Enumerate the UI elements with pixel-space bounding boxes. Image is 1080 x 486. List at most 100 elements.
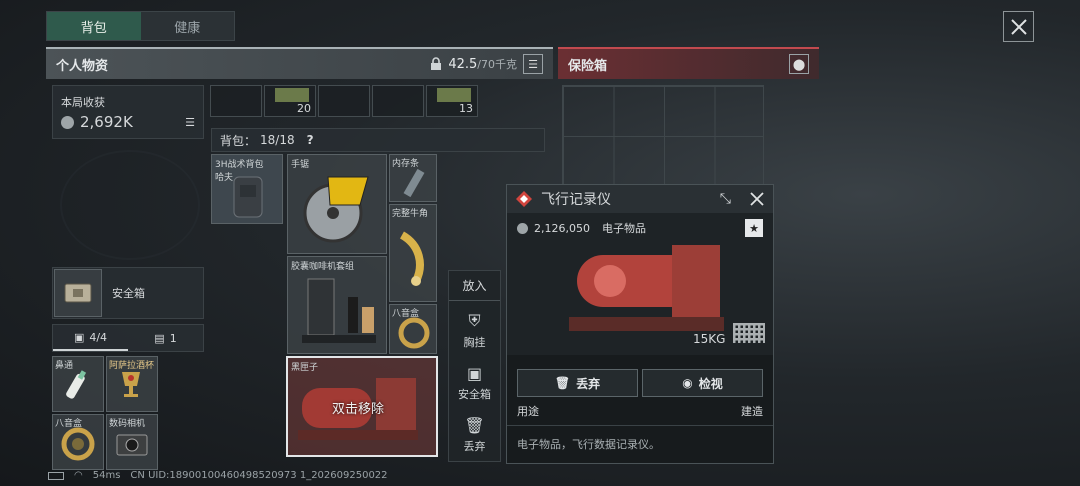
- chest-rig-button[interactable]: ⛨ 胸挂: [464, 311, 486, 350]
- item-detail-popup: 飞行记录仪 ⤡ 2,126,050 电子物品 ★ 15KG 🗑 丢弃 ◉ 检视 用途…: [506, 184, 774, 464]
- inspect-button[interactable]: ◉ 检视: [642, 369, 763, 397]
- popup-category: 电子物品: [601, 222, 646, 235]
- popup-price: 2,126,050: [534, 221, 590, 235]
- inspect-label: 检视: [698, 376, 723, 391]
- build-label: 建造: [741, 405, 763, 418]
- action-menu: 放入 ⛨ 胸挂 ▣ 安全箱 🗑 丢弃: [448, 270, 501, 462]
- popup-title: 飞行记录仪: [541, 192, 611, 208]
- help-icon[interactable]: ?: [307, 133, 314, 147]
- safe-box-label: 安全箱: [458, 388, 491, 401]
- trash-icon: 🗑: [554, 376, 571, 390]
- wifi-icon: ◠: [74, 470, 83, 481]
- personal-title: 个人物资: [56, 58, 109, 74]
- uid-text: CN UID:18900100460498520973 1_2026092500…: [130, 470, 388, 481]
- weight-max: /70千克: [477, 58, 517, 71]
- close-icon[interactable]: [749, 191, 765, 207]
- rarity-diamond-icon: [516, 191, 532, 207]
- discard-side-button[interactable]: 🗑 丢弃: [464, 416, 486, 454]
- pouch-item-label: 数码相机: [109, 419, 146, 429]
- safebox-slot: [54, 269, 102, 317]
- eye-icon: ◉: [682, 376, 693, 390]
- discard-label: 丢弃: [576, 376, 601, 391]
- sort-button[interactable]: ☰: [523, 54, 543, 74]
- collapse-icon[interactable]: ⤡: [720, 191, 731, 207]
- favorite-star-icon[interactable]: ★: [745, 219, 763, 237]
- discard-button[interactable]: 🗑 丢弃: [517, 369, 638, 397]
- top-slot[interactable]: 20: [264, 85, 316, 117]
- saw-icon: [303, 176, 369, 243]
- toolbox-icon: ▣: [466, 364, 483, 383]
- pouch-stack-count: 1: [169, 331, 177, 345]
- list-icon: ☰: [528, 57, 538, 71]
- vest-icon: ⛨: [468, 311, 481, 330]
- chest-rig-label: 胸挂: [463, 336, 486, 349]
- top-slot[interactable]: [318, 85, 370, 117]
- backpack-item[interactable]: 胶囊咖啡机套组: [287, 256, 387, 354]
- safebox-label: 安全箱: [112, 287, 145, 300]
- backpack-item-label: 手锯: [291, 160, 310, 170]
- pouch-items-count: 4/4: [89, 330, 108, 344]
- pouch-item[interactable]: 阿萨拉酒杯: [106, 356, 158, 412]
- top-slot[interactable]: [210, 85, 262, 117]
- pouch-item[interactable]: 数码相机: [106, 414, 158, 470]
- popup-header: 飞行记录仪 ⤡: [507, 185, 773, 213]
- backpack-item[interactable]: 手锯: [287, 154, 387, 254]
- coin-icon: [61, 115, 74, 129]
- backpack-item-label: 3H战术背包 哈夫: [215, 160, 264, 183]
- pouch-grid: 鼻通 阿萨拉酒杯 八音盒 数码相机: [52, 356, 158, 470]
- top-slot[interactable]: [372, 85, 424, 117]
- pouch-item[interactable]: 鼻通: [52, 356, 104, 412]
- stack-icon: ▤: [154, 331, 165, 345]
- pouch-item-label: 八音盒: [55, 419, 83, 429]
- pouch-tabs: ▣ 4/4 ▤ 1: [52, 324, 204, 352]
- toolbox-icon: ▣: [73, 330, 85, 344]
- double-click-hint: 双击移除: [332, 402, 385, 417]
- personal-header: 个人物资 42.5/70千克 ☰: [46, 47, 553, 79]
- earnings-detail-icon[interactable]: ☰: [185, 116, 195, 129]
- safe-box-button[interactable]: ▣ 安全箱: [458, 364, 491, 402]
- backpack-item[interactable]: 3H战术背包 哈夫: [211, 154, 283, 224]
- status-footer: ◠ 54ms CN UID:18900100460498520973 1_202…: [48, 470, 388, 481]
- horn-icon: [399, 231, 424, 286]
- black-box-item[interactable]: 黑匣子 双击移除: [286, 356, 438, 457]
- pouch-item[interactable]: 八音盒: [52, 414, 104, 470]
- ammo-icon: [437, 88, 471, 102]
- safebox-panel[interactable]: 安全箱: [52, 267, 204, 319]
- close-button[interactable]: [1003, 11, 1034, 42]
- top-slot-count: 20: [297, 102, 311, 115]
- safebox-icon: [64, 283, 92, 303]
- usage-label: 用途: [517, 405, 539, 418]
- top-slot[interactable]: 13: [426, 85, 478, 117]
- backpack-label: 背包：: [220, 133, 257, 148]
- backpack-item-label: 八音盒: [392, 309, 420, 319]
- backpack-item-label: 胶囊咖啡机套组: [291, 262, 355, 272]
- backpack-capacity: 18/18: [260, 133, 295, 147]
- item-grid-size-icon: [733, 323, 765, 343]
- ping-value: 54ms: [92, 470, 121, 481]
- backpack-header: 背包： 18/18 ?: [211, 128, 545, 152]
- top-slot-count: 13: [459, 102, 473, 115]
- backpack-item[interactable]: 八音盒: [389, 304, 437, 354]
- pin-icon: ⬤: [792, 57, 806, 71]
- backpack-item-label: 完整牛角: [392, 209, 429, 219]
- close-icon: [1010, 18, 1027, 35]
- safe-location-button[interactable]: ⬤: [789, 54, 809, 74]
- lock-icon: [431, 57, 442, 70]
- safe-header: 保险箱 ⬤: [558, 47, 819, 79]
- pouch-item-label: 阿萨拉酒杯: [109, 361, 155, 371]
- action-menu-title: 放入: [449, 271, 500, 301]
- pouch-tab-items[interactable]: ▣ 4/4: [53, 325, 128, 351]
- backpack-item[interactable]: 内存条: [389, 154, 437, 202]
- weight-indicator: 42.5/70千克 ☰: [430, 54, 543, 74]
- tab-health[interactable]: 健康: [141, 12, 235, 40]
- ammo-icon: [275, 88, 309, 102]
- coin-icon: [517, 222, 528, 234]
- pouch-tab-stack[interactable]: ▤ 1: [128, 325, 203, 351]
- top-item-row: 20 13: [210, 85, 550, 117]
- battery-icon: [48, 471, 64, 480]
- top-tabs: 背包 健康: [46, 11, 235, 41]
- backpack-item[interactable]: 完整牛角: [389, 204, 437, 302]
- discard-side-label: 丢弃: [463, 440, 486, 453]
- tab-backpack[interactable]: 背包: [47, 12, 141, 40]
- faction-emblem: [60, 150, 200, 260]
